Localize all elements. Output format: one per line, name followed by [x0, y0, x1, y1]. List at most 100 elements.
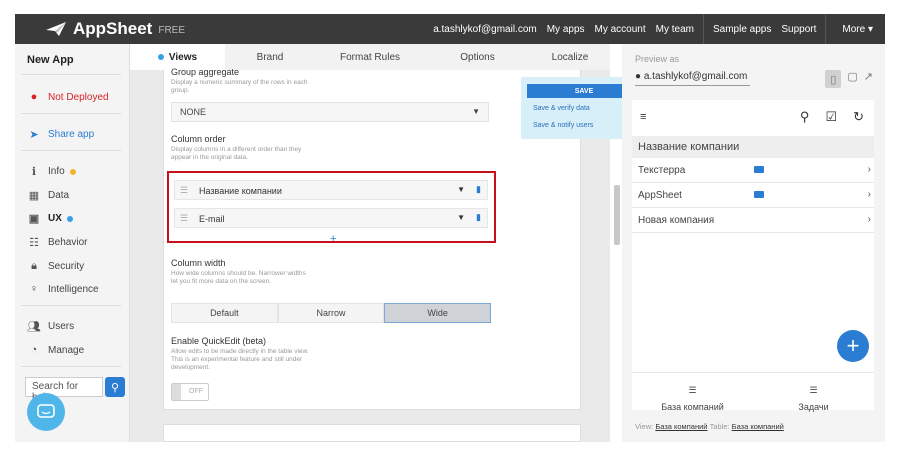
sidebar-item-label: Users	[48, 321, 75, 332]
table-label: Table:	[709, 422, 730, 431]
sidebar-item-behavior[interactable]: ☷ Behavior	[27, 236, 87, 249]
app-preview: ≡ ⚲ ☑ ↻ Название компании Текстерра › Ap…	[632, 100, 874, 412]
column-order-row[interactable]: ☰ E-mail ▼ ▮	[174, 208, 488, 228]
column-order-row[interactable]: ☰ Название компании ▼ ▮	[174, 180, 488, 200]
share-app-link[interactable]: ➤ Share app	[27, 128, 94, 141]
my-apps-link[interactable]: My apps	[542, 24, 590, 35]
nav-label: База компаний	[661, 402, 724, 412]
column-name: E-mail	[199, 214, 225, 224]
nav-label: Задачи	[798, 402, 829, 412]
sidebar-item-data[interactable]: ▦ Data	[27, 189, 69, 202]
add-column-button[interactable]: +	[330, 233, 336, 245]
tablet-icon[interactable]: ▢	[847, 70, 857, 88]
caret-down-icon[interactable]: ▼	[457, 213, 465, 222]
sidebar-item-label: Data	[48, 190, 70, 201]
alert-icon: ●	[30, 91, 38, 103]
column-width-label: Column width	[171, 258, 226, 268]
my-account-link[interactable]: My account	[590, 24, 651, 35]
drag-handle-icon[interactable]: ☰	[180, 185, 188, 196]
trash-icon[interactable]: ▮	[476, 184, 481, 195]
filter-icon[interactable]: ≡	[640, 111, 646, 123]
app-name: New App	[27, 54, 74, 66]
tab-format-rules[interactable]: Format Rules	[315, 44, 425, 70]
quickedit-label: Enable QuickEdit (beta)	[171, 336, 267, 346]
envelope-icon[interactable]	[754, 191, 764, 198]
app-header: ≡ ⚲ ☑ ↻	[632, 100, 874, 136]
envelope-icon[interactable]	[754, 166, 764, 173]
width-narrow-button[interactable]: Narrow	[277, 303, 385, 323]
save-notify-link[interactable]: Save & notify users	[533, 122, 593, 129]
sidebar-item-intelligence[interactable]: ♀ Intelligence	[27, 283, 99, 295]
chevron-right-icon: ›	[867, 214, 871, 225]
column-order-hint: Display columns in a different order tha…	[171, 146, 302, 161]
preview-as-label: Preview as	[635, 54, 680, 64]
tab-options[interactable]: Options	[425, 44, 530, 70]
refresh-icon[interactable]: ↻	[853, 109, 864, 125]
phone-icon[interactable]: ▯	[825, 70, 842, 88]
add-record-button[interactable]: +	[837, 330, 869, 362]
lightbulb-icon: ♀	[29, 283, 39, 295]
divider	[21, 366, 121, 367]
list-item[interactable]: AppSheet ›	[632, 183, 874, 208]
sidebar-item-label: UX	[48, 213, 62, 224]
dashboard-icon: ◔	[30, 344, 38, 356]
phone-icon: ▣	[28, 213, 40, 225]
support-link[interactable]: Support	[776, 24, 821, 35]
view-link[interactable]: База компаний	[655, 422, 707, 431]
column-name: Название компании	[199, 186, 282, 196]
chat-bubble-icon	[37, 404, 55, 418]
chat-icon[interactable]	[27, 393, 65, 431]
trash-icon[interactable]: ▮	[476, 212, 481, 223]
my-team-link[interactable]: My team	[651, 24, 699, 35]
sidebar-item-security[interactable]: 🔒︎ Security	[27, 260, 84, 273]
top-nav: a.tashlykof@gmail.com My apps My account…	[428, 14, 885, 44]
toggle-state: OFF	[189, 388, 203, 395]
deploy-status[interactable]: ● Not Deployed	[27, 91, 109, 103]
width-wide-button[interactable]: Wide	[384, 303, 492, 323]
scrollbar[interactable]	[614, 185, 620, 245]
sidebar-item-users[interactable]: 👥︎ Users	[27, 320, 74, 333]
users-icon: 👥︎	[27, 321, 41, 333]
column-width-hint: How wide columns should be. Narrower wid…	[171, 270, 306, 285]
quickedit-toggle[interactable]: OFF	[171, 383, 209, 401]
list-icon: ☰	[809, 385, 818, 395]
table-icon: ▦	[28, 190, 40, 202]
tab-localize[interactable]: Localize	[530, 44, 610, 70]
column-order-list: ☰ Название компании ▼ ▮ ☰ E-mail ▼ ▮ +	[167, 171, 496, 245]
save-verify-link[interactable]: Save & verify data	[533, 105, 590, 112]
nav-item-companies[interactable]: ☰ База компаний	[632, 373, 753, 412]
deploy-status-label: Not Deployed	[48, 91, 109, 103]
divider	[21, 113, 121, 114]
sidebar-item-manage[interactable]: ◔ Manage	[27, 344, 84, 356]
list-item-name: Новая компания	[638, 215, 715, 226]
more-menu[interactable]: More ▾	[830, 24, 885, 35]
group-aggregate-hint: Display a numeric summary of the rows in…	[171, 79, 308, 94]
sample-apps-link[interactable]: Sample apps	[708, 24, 776, 35]
sidebar-item-info[interactable]: ℹ Info	[27, 165, 76, 178]
checkbox-icon[interactable]: ☑	[825, 109, 837, 125]
sidebar-item-ux[interactable]: ▣ UX	[27, 212, 73, 225]
divider	[703, 14, 704, 44]
account-email-link[interactable]: a.tashlykof@gmail.com	[428, 24, 542, 35]
sidebar-item-label: Intelligence	[48, 283, 99, 295]
group-aggregate-select[interactable]: NONE ▼	[171, 102, 489, 122]
nav-item-tasks[interactable]: ☰ Задачи	[753, 373, 874, 412]
column-width-selector: Default Narrow Wide	[171, 303, 492, 323]
search-icon[interactable]: ⚲	[105, 377, 125, 397]
info-icon: ℹ	[31, 166, 37, 178]
warning-dot	[69, 168, 76, 175]
width-default-button[interactable]: Default	[171, 303, 278, 323]
external-link-icon[interactable]: ↗	[864, 70, 873, 88]
list-item-name: AppSheet	[638, 190, 682, 201]
drag-handle-icon[interactable]: ☰	[180, 213, 188, 224]
appsheet-logo[interactable]: AppSheet FREE	[45, 19, 185, 39]
view-label: View:	[635, 422, 654, 431]
sidebar: New App ● Not Deployed ➤ Share app ℹ Inf…	[15, 44, 130, 442]
preview-as-input[interactable]: ● a.tashlykof@gmail.com	[635, 71, 750, 86]
caret-down-icon[interactable]: ▼	[457, 185, 465, 194]
table-link[interactable]: База компаний	[732, 422, 784, 431]
list-item[interactable]: Новая компания ›	[632, 208, 874, 233]
search-icon[interactable]: ⚲	[800, 109, 810, 125]
list-item[interactable]: Текстерра ›	[632, 158, 874, 183]
active-dot	[157, 54, 164, 60]
